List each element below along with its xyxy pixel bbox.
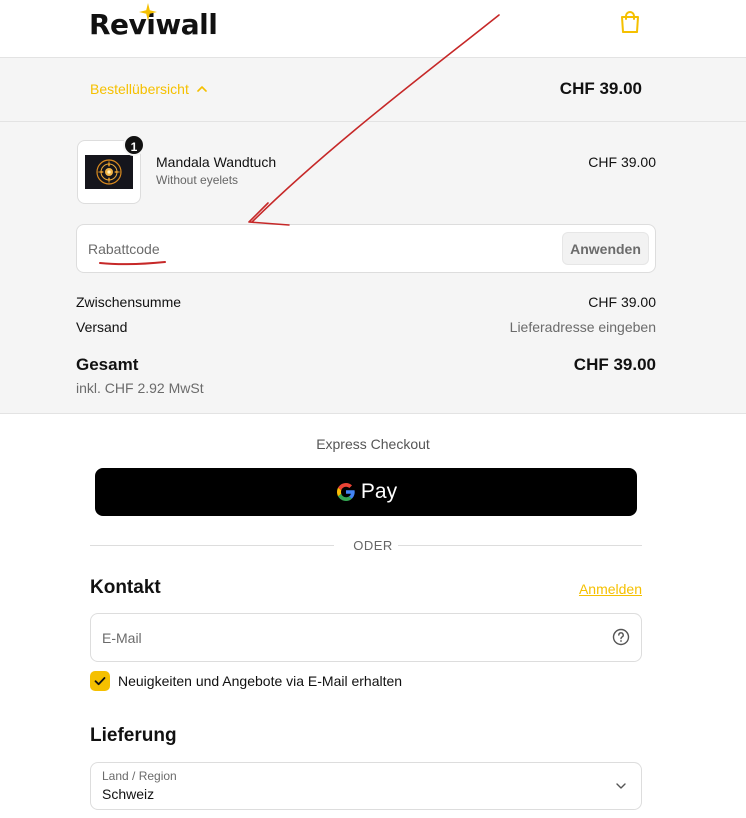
apply-discount-button[interactable]: Anwenden [562,232,649,265]
mandala-image [85,155,133,189]
discount-code-input[interactable] [77,225,557,272]
order-summary-toggle[interactable]: Bestellübersicht [90,81,207,97]
discount-code-field: Anwenden [76,224,656,273]
tax-note: inkl. CHF 2.92 MwSt [76,380,204,396]
product-variant: Without eyelets [156,173,239,187]
order-summary-total: CHF 39.00 [559,79,642,98]
quantity-badge: 1 [123,134,145,156]
login-link[interactable]: Anmelden [579,581,642,597]
express-checkout-title: Express Checkout [316,436,430,452]
subtotal-label: Zwischensumme [76,294,182,310]
product-price: CHF 39.00 [588,154,656,170]
email-field [90,613,642,662]
sparkle-icon [139,3,157,21]
order-details: Mandala Wandtuch Without eyelets CHF 39.… [0,122,746,414]
total-label: Gesamt [76,355,139,374]
newsletter-checkbox[interactable] [90,671,110,691]
delivery-title: Lieferung [90,725,177,746]
total-value: CHF 39.00 [573,355,656,374]
header: Reviwall [0,0,746,58]
subtotal-value: CHF 39.00 [588,294,656,310]
order-summary-bar: Bestellübersicht CHF 39.00 [0,58,746,122]
country-select-value: Schweiz [102,786,155,802]
contact-title: Kontakt [90,577,161,598]
country-select[interactable]: Land / Region Schweiz [90,762,642,810]
chevron-up-icon [197,86,207,92]
order-summary-toggle-label: Bestellübersicht [90,81,189,97]
newsletter-label: Neuigkeiten und Angebote via E-Mail erha… [118,673,403,689]
shopping-bag-icon[interactable] [619,10,641,34]
google-pay-label: Pay [360,480,398,503]
product-name: Mandala Wandtuch [156,154,277,170]
shipping-value: Lieferadresse eingeben [509,319,656,335]
question-circle-icon[interactable] [612,628,630,646]
country-select-label: Land / Region [102,769,177,783]
chevron-down-icon [616,783,626,789]
google-g-icon [336,483,355,501]
shipping-label: Versand [76,319,128,335]
product-image [85,155,133,189]
google-pay-button[interactable]: Pay [95,468,637,516]
email-input[interactable] [91,614,601,661]
check-icon [94,677,106,686]
divider-right [398,545,642,546]
